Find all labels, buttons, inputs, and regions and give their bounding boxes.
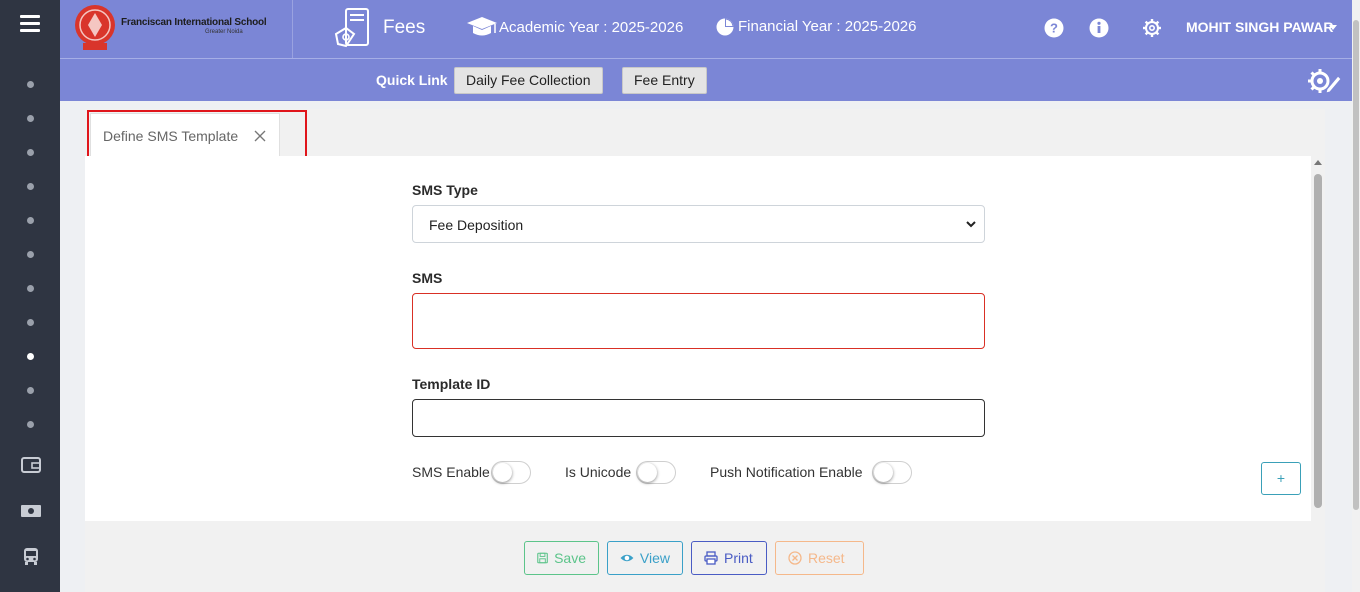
school-location: Greater Noida: [205, 29, 243, 35]
sidebar-item-3[interactable]: [27, 149, 34, 156]
academic-year: Academic Year : 2025-2026: [499, 19, 684, 36]
save-label: Save: [554, 550, 586, 566]
fee-entry-link[interactable]: Fee Entry: [622, 67, 707, 94]
print-label: Print: [724, 550, 753, 566]
printer-icon: [704, 551, 718, 565]
sms-label: SMS: [412, 270, 443, 286]
wallet-icon[interactable]: [20, 456, 42, 474]
hamburger-menu-icon[interactable]: [20, 15, 40, 33]
sidebar-item-6[interactable]: [27, 251, 34, 258]
sms-type-label: SMS Type: [412, 182, 478, 198]
gear-icon[interactable]: [1141, 17, 1163, 39]
template-id-input[interactable]: [412, 399, 985, 437]
panel-scrollbar[interactable]: [1311, 156, 1325, 592]
pie-chart-icon: [716, 18, 734, 36]
sidebar-item-2[interactable]: [27, 115, 34, 122]
sidebar-item-7[interactable]: [27, 285, 34, 292]
is-unicode-toggle[interactable]: [636, 461, 676, 484]
print-button[interactable]: Print: [691, 541, 767, 575]
sidebar-item-4[interactable]: [27, 183, 34, 190]
reset-button[interactable]: Reset: [775, 541, 864, 575]
chevron-down-icon: [966, 221, 976, 228]
save-icon: [537, 552, 548, 564]
svg-text:?: ?: [1050, 21, 1058, 36]
eye-icon: [620, 554, 634, 562]
reset-x-circle-icon: [788, 551, 802, 565]
page-scroll-thumb[interactable]: [1353, 20, 1359, 510]
left-sidebar: [0, 0, 60, 592]
reset-label: Reset: [808, 550, 845, 566]
user-menu[interactable]: MOHIT SINGH PAWAR: [1186, 19, 1334, 35]
sidebar-item-1[interactable]: [27, 81, 34, 88]
push-notification-toggle[interactable]: [872, 461, 912, 484]
save-button[interactable]: Save: [524, 541, 599, 575]
add-button[interactable]: +: [1261, 462, 1301, 495]
sidebar-item-8[interactable]: [27, 319, 34, 326]
sidebar-item-active[interactable]: [27, 353, 34, 360]
settings-edit-icon[interactable]: [1305, 67, 1341, 95]
fees-module-icon: [334, 8, 369, 48]
module-title: Fees: [383, 17, 426, 38]
graduation-cap-icon: [467, 17, 497, 36]
financial-year: Financial Year : 2025-2026: [738, 18, 917, 35]
template-id-label: Template ID: [412, 376, 491, 392]
top-header: Franciscan International School Greater …: [60, 0, 1352, 58]
is-unicode-label: Is Unicode: [565, 464, 632, 480]
daily-fee-collection-link[interactable]: Daily Fee Collection: [454, 67, 603, 94]
view-button[interactable]: View: [607, 541, 683, 575]
chevron-down-icon[interactable]: [1329, 25, 1337, 30]
form-panel: SMS Type Fee Deposition SMS Template ID …: [85, 156, 1311, 521]
page-scrollbar[interactable]: [1352, 0, 1360, 592]
sms-type-select[interactable]: Fee Deposition: [412, 205, 985, 243]
sms-type-value: Fee Deposition: [429, 217, 524, 233]
sms-textarea[interactable]: [412, 293, 985, 349]
quick-link-label: Quick Link: [376, 72, 448, 88]
school-logo-icon: [75, 5, 115, 50]
sms-enable-toggle[interactable]: [491, 461, 531, 484]
info-icon[interactable]: [1088, 17, 1110, 39]
school-name: Franciscan International School: [121, 17, 267, 28]
scroll-thumb[interactable]: [1314, 174, 1322, 508]
money-icon[interactable]: [20, 502, 42, 520]
help-icon[interactable]: ?: [1043, 17, 1065, 39]
scroll-up-arrow-icon[interactable]: [1314, 160, 1322, 165]
sidebar-item-10[interactable]: [27, 387, 34, 394]
sidebar-item-5[interactable]: [27, 217, 34, 224]
school-logo-area[interactable]: Franciscan International School Greater …: [60, 0, 293, 58]
view-label: View: [639, 550, 670, 566]
sms-enable-label: SMS Enable: [412, 464, 490, 480]
sidebar-item-11[interactable]: [27, 421, 34, 428]
quick-link-bar: Quick Link Daily Fee Collection Fee Entr…: [60, 58, 1352, 101]
push-notification-label: Push Notification Enable: [710, 464, 863, 480]
bus-icon[interactable]: [20, 547, 42, 565]
